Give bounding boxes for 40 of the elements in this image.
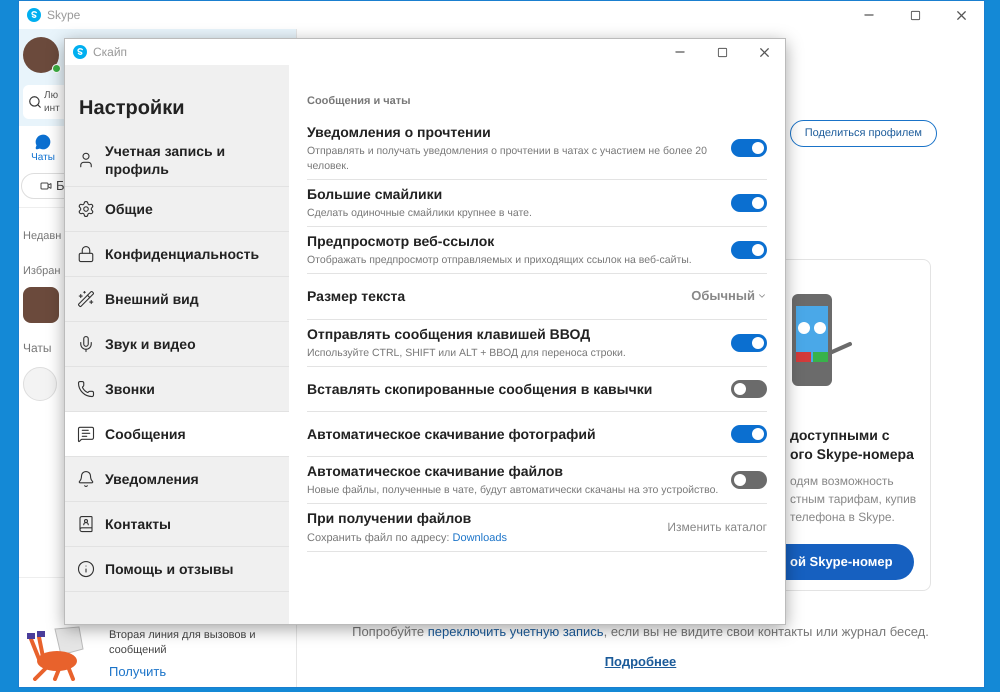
downloads-link[interactable]: Downloads: [452, 532, 507, 544]
setting-title: Предпросмотр веб-ссылок: [307, 232, 496, 250]
setting-title: При получении файлов: [307, 508, 472, 526]
settings-nav-item[interactable]: Сообщения: [65, 412, 289, 457]
window-title: Skype: [47, 7, 80, 24]
change-folder-button[interactable]: Изменить каталог: [667, 518, 767, 536]
setting-description: Сохранить файл по адресу: Downloads: [307, 530, 507, 546]
card-text: стным тарифам, купив: [790, 491, 918, 508]
search-placeholder: Лю: [44, 89, 60, 102]
setting-description: Сделать одиночные смайлики крупнее в чате.: [307, 206, 532, 220]
card-title: ого Skype-номера: [790, 445, 915, 464]
card-title: доступными с: [790, 426, 891, 445]
search-field[interactable]: Лю инт: [23, 85, 65, 119]
section-title: Сообщения и чаты: [307, 94, 412, 109]
learn-more-link[interactable]: Подробнее: [604, 652, 676, 671]
section-label: Чаты: [23, 340, 52, 357]
setting-title: Автоматическое скачивание фотографий: [307, 424, 596, 442]
setting-title: Автоматическое скачивание файлов: [307, 462, 564, 480]
settings-heading: Настройки: [78, 96, 186, 121]
setting-title: Размер текста: [307, 287, 406, 305]
promo-text: Вторая линия для вызовов и сообщений: [109, 628, 257, 658]
section-label: Избран: [23, 264, 60, 278]
setting-description: Новые файлы, полученные в чате, будут автоматически скачаны на это устройство.: [307, 482, 718, 498]
share-profile-button[interactable]: Поделиться профилем: [790, 120, 937, 147]
setting-title: Уведомления о прочтении: [307, 122, 492, 140]
setting-title: Вставлять скопированные сообщения в кавычки: [307, 380, 652, 398]
card-text: одям возможность: [790, 473, 895, 490]
section-label: Недавн: [23, 229, 62, 244]
footer-text: Попробуйте переключить учетную запись, если вы не видите свои контакты или журнал бесед.: [352, 623, 929, 641]
chats-tab[interactable]: Чаты: [23, 134, 63, 165]
setting-title: Большие смайлики: [307, 184, 444, 202]
get-link[interactable]: Получить: [109, 662, 269, 681]
text-size-dropdown[interactable]: Обычный: [691, 286, 767, 306]
dialog-title: Скайп: [93, 44, 128, 61]
setting-description: Отправлять и получать уведомления о прочтении в чатах с участием не более 20 человек.: [307, 144, 708, 174]
setting-title: Отправлять сообщения клавишей ВВОД: [307, 324, 592, 342]
search-placeholder: инт: [44, 102, 60, 115]
setting-description: Используйте CTRL, SHIFT или ALT + ВВОД для переноса строки.: [307, 346, 626, 360]
card-text: телефона в Skype.: [790, 509, 896, 526]
setting-description: Отображать предпросмотр отправляемых и приходящих ссылок на веб-сайты.: [307, 252, 692, 268]
